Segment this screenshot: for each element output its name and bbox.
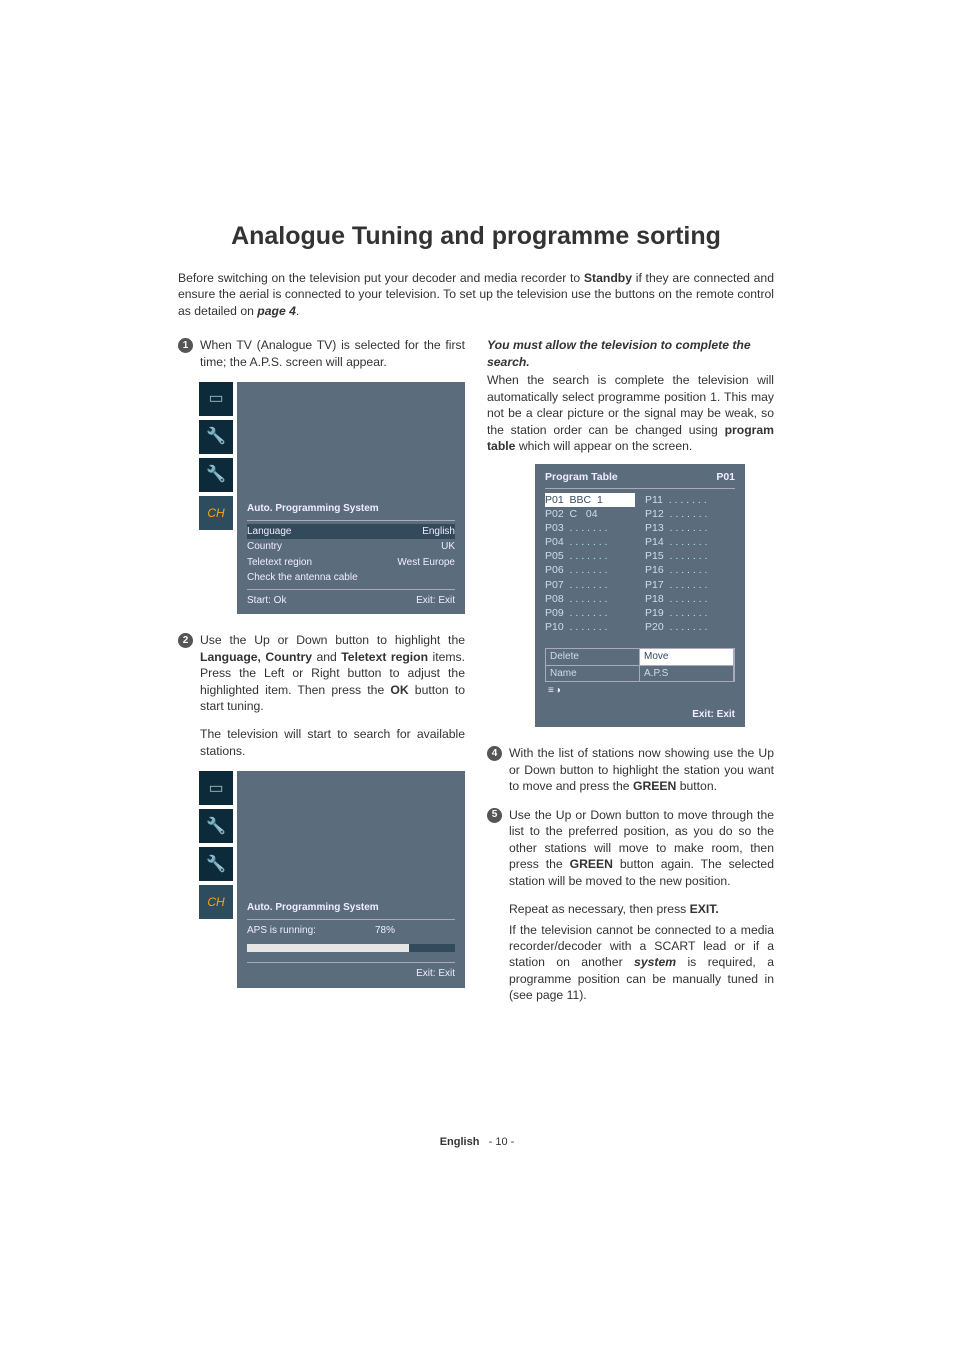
footer-language: English: [440, 1136, 480, 1148]
wrench-icon: 🔧: [199, 420, 233, 454]
osd-start: Start: Ok: [247, 594, 286, 608]
osd-label: Teletext region: [247, 556, 312, 570]
ptable-entry: P09 . . . . . . .: [545, 606, 635, 620]
footer-page-number: - 10 -: [489, 1136, 515, 1148]
page-footer: English - 10 -: [0, 1135, 954, 1150]
osd-running-label: APS is running:: [247, 924, 316, 938]
ptable-entry: P06 . . . . . . .: [545, 563, 635, 577]
wrench-icon: 🔧: [199, 809, 233, 843]
osd-check-antenna: Check the antenna cable: [247, 570, 455, 586]
osd-exit: Exit: Exit: [416, 967, 455, 981]
program-table-osd: Program Table P01 P01 BBC 1P02 C 04P03 .…: [535, 464, 745, 727]
ptable-buttons: Delete Move Name A.P.S: [545, 648, 735, 682]
ptable-entry: P19 . . . . . . .: [645, 606, 735, 620]
program-table-intro: When the search is complete the televisi…: [487, 372, 774, 454]
osd-running-pct: 78%: [375, 924, 395, 938]
ptable-grid: P01 BBC 1P02 C 04P03 . . . . . . .P04 . …: [545, 493, 735, 635]
osd-sidebar: ▭ 🔧 🔧 CH: [199, 382, 233, 534]
picture-icon: ▭: [199, 771, 233, 805]
step-number-icon: 1: [178, 338, 193, 353]
ptable-exit: Exit: Exit: [545, 708, 735, 722]
ptable-position: P01: [716, 470, 735, 484]
osd-label: Country: [247, 540, 282, 554]
ptable-entry: P15 . . . . . . .: [645, 549, 735, 563]
osd-title: Auto. Programming System: [247, 901, 455, 915]
left-column: 1 When TV (Analogue TV) is selected for …: [178, 337, 465, 1008]
osd-sidebar: ▭ 🔧 🔧 CH: [199, 771, 233, 923]
ptable-btn-name: Name: [546, 665, 640, 682]
wrench-icon: 🔧: [199, 458, 233, 492]
ptable-entry: P04 . . . . . . .: [545, 535, 635, 549]
ptable-title: Program Table: [545, 470, 618, 484]
osd-row-country: Country UK: [247, 539, 455, 555]
ptable-entry: P16 . . . . . . .: [645, 563, 735, 577]
ptable-entry: P03 . . . . . . .: [545, 521, 635, 535]
right-column: You must allow the television to complet…: [487, 337, 774, 1008]
ch-icon: CH: [199, 885, 233, 919]
osd-footer: Exit: Exit: [247, 966, 455, 982]
osd-aps-setup: ▭ 🔧 🔧 CH Auto. Programming System Langua…: [237, 382, 465, 614]
ptable-entry: P02 C 04: [545, 507, 635, 521]
step-1: 1 When TV (Analogue TV) is selected for …: [178, 337, 465, 370]
osd-value: West Europe: [397, 556, 455, 570]
ptable-btn-move: Move: [640, 649, 734, 665]
ptable-entry: P08 . . . . . . .: [545, 592, 635, 606]
ptable-entry: P07 . . . . . . .: [545, 578, 635, 592]
wrench-icon: 🔧: [199, 847, 233, 881]
ptable-entry: P10 . . . . . . .: [545, 620, 635, 634]
step-2: 2 Use the Up or Down button to highlight…: [178, 632, 465, 714]
osd-row-teletext: Teletext region West Europe: [247, 555, 455, 571]
step-5: 5 Use the Up or Down button to move thro…: [487, 807, 774, 889]
step-4-text: With the list of stations now showing us…: [509, 746, 774, 793]
osd-value: English: [422, 525, 455, 539]
page-title: Analogue Tuning and programme sorting: [178, 220, 774, 254]
teletext-icon: ≡: [548, 684, 554, 698]
tail-note: If the television cannot be connected to…: [487, 922, 774, 1004]
must-complete-search: You must allow the television to complet…: [487, 337, 774, 370]
ptable-entry: P01 BBC 1: [545, 493, 635, 507]
teletext-icon: ◑: [555, 684, 561, 698]
ptable-entry: P14 . . . . . . .: [645, 535, 735, 549]
step-1-text: When TV (Analogue TV) is selected for th…: [200, 338, 465, 368]
picture-icon: ▭: [199, 382, 233, 416]
osd-running-row: APS is running: 78%: [247, 923, 455, 939]
intro-paragraph: Before switching on the television put y…: [178, 270, 774, 319]
step-5-text: Use the Up or Down button to move throug…: [509, 808, 774, 888]
ptable-entry: P05 . . . . . . .: [545, 549, 635, 563]
ptable-btn-delete: Delete: [546, 649, 640, 665]
osd-title: Auto. Programming System: [247, 502, 455, 516]
step-number-icon: 5: [487, 808, 502, 823]
step-2-text: Use the Up or Down button to highlight t…: [200, 633, 465, 713]
osd-value: UK: [441, 540, 455, 554]
ch-icon: CH: [199, 496, 233, 530]
step-3: The television will start to search for …: [178, 726, 465, 759]
ptable-entry: P11 . . . . . . .: [645, 493, 735, 507]
step-4: 4 With the list of stations now showing …: [487, 745, 774, 794]
ptable-entry: P17 . . . . . . .: [645, 578, 735, 592]
progress-bar: [247, 944, 455, 952]
ptable-entry: P18 . . . . . . .: [645, 592, 735, 606]
osd-footer: Start: Ok Exit: Exit: [247, 593, 455, 609]
ptable-entry: P13 . . . . . . .: [645, 521, 735, 535]
teletext-icons: ≡ ◑: [545, 682, 735, 700]
step-3-text: The television will start to search for …: [200, 727, 465, 757]
repeat-note: Repeat as necessary, then press EXIT.: [487, 901, 774, 917]
osd-label: Language: [247, 525, 292, 539]
osd-exit: Exit: Exit: [416, 594, 455, 608]
step-number-icon: 4: [487, 746, 502, 761]
step-number-icon: 2: [178, 633, 193, 648]
ptable-entry: P20 . . . . . . .: [645, 620, 735, 634]
osd-row-language: Language English: [247, 524, 455, 540]
ptable-entry: P12 . . . . . . .: [645, 507, 735, 521]
ptable-btn-aps: A.P.S: [640, 665, 734, 682]
osd-aps-running: ▭ 🔧 🔧 CH Auto. Programming System APS is…: [237, 771, 465, 988]
